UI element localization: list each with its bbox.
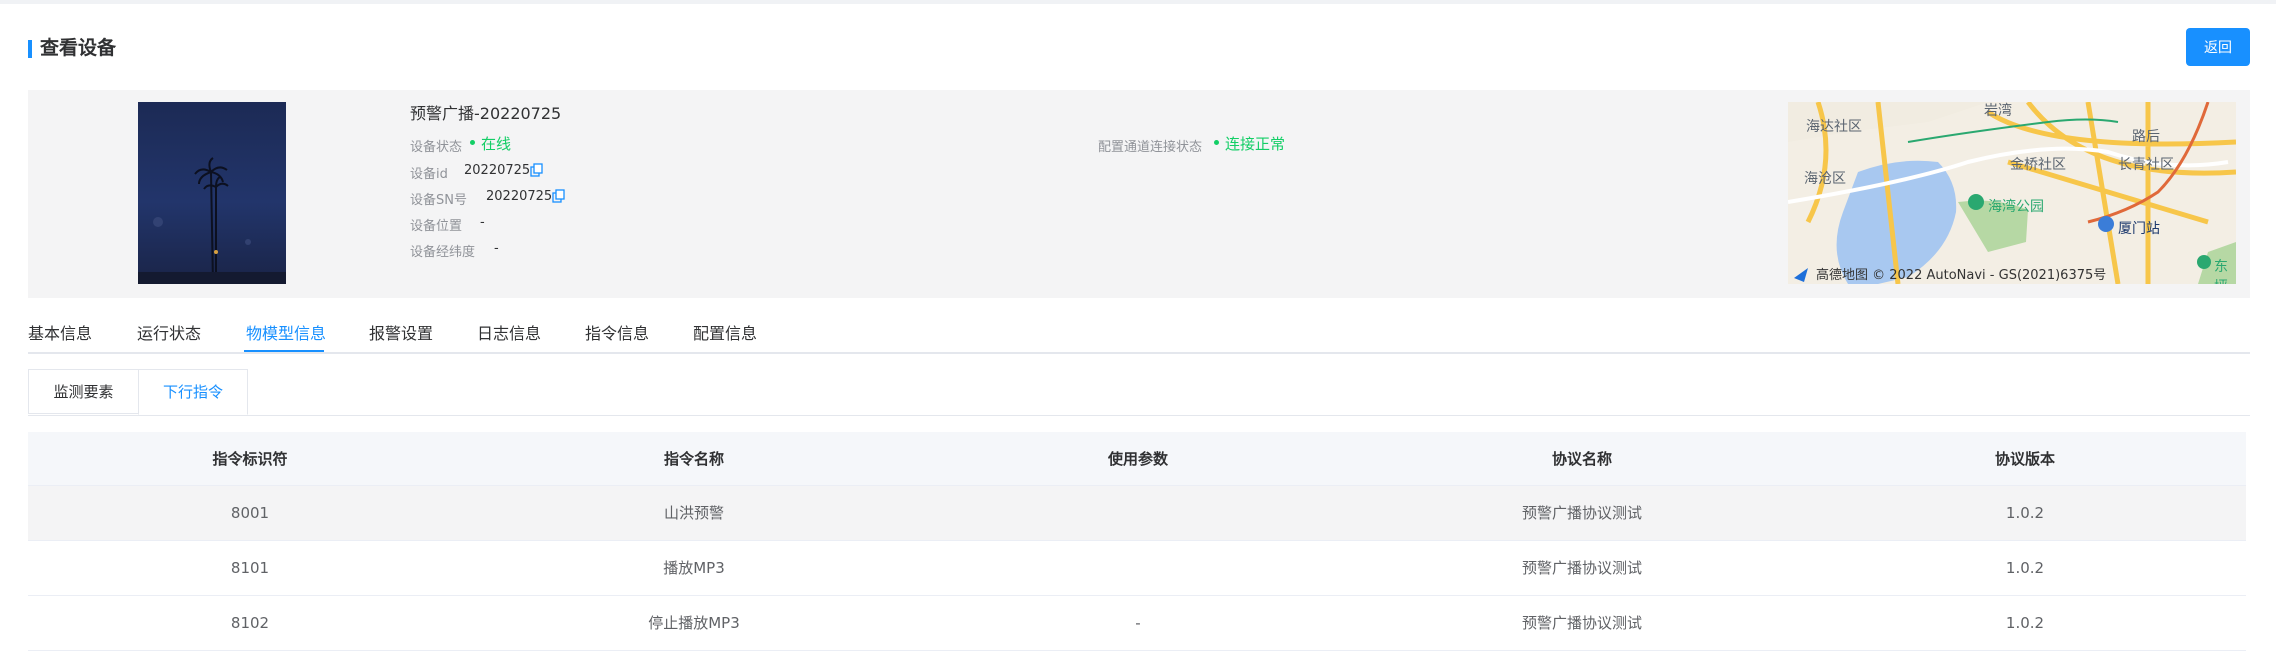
online-dot-icon bbox=[1214, 140, 1219, 145]
location-value: - bbox=[480, 215, 485, 230]
table-cell: 1.0.2 bbox=[2005, 614, 2045, 632]
column-header: 协议版本 bbox=[1994, 450, 2055, 468]
tab-run-status[interactable]: 运行状态 bbox=[137, 320, 201, 344]
sub-tabs: 监测要素 下行指令 bbox=[28, 369, 2250, 416]
status-label: 设备状态 bbox=[410, 140, 463, 155]
map-label: 长青社区 bbox=[2118, 157, 2174, 173]
map-label: 岩湾 bbox=[1984, 103, 2012, 119]
page-title: 查看设备 bbox=[40, 37, 117, 59]
device-id-value: 20220725 bbox=[464, 163, 531, 178]
table-header-row: 指令标识符 指令名称 使用参数 协议名称 协议版本 bbox=[28, 432, 2246, 486]
subtab-downlink-commands[interactable]: 下行指令 bbox=[138, 369, 248, 415]
copy-id-icon[interactable] bbox=[530, 163, 544, 177]
copy-sn-icon[interactable] bbox=[552, 189, 566, 203]
map-label: 东坪 bbox=[2214, 259, 2228, 284]
title-accent-bar bbox=[28, 40, 32, 58]
column-header: 指令标识符 bbox=[212, 450, 288, 468]
device-detail-card: 查看设备 返回 预警广播-20220725 设备状态 在线 配置通道连接状态 连… bbox=[0, 0, 2276, 669]
table-cell: 8101 bbox=[230, 559, 270, 577]
location-map[interactable]: 海达社区 海沧区 金桥社区 长青社区 海湾公园 厦门站 东坪 岩湾 路后 高德地… bbox=[1788, 102, 2236, 284]
column-header: 使用参数 bbox=[1107, 450, 1168, 468]
subtab-monitor-elements[interactable]: 监测要素 bbox=[28, 369, 139, 414]
tab-basic-info[interactable]: 基本信息 bbox=[28, 320, 92, 344]
coords-label: 设备经纬度 bbox=[410, 245, 476, 260]
table-cell: 停止播放MP3 bbox=[648, 614, 740, 632]
table-cell: 预警广播协议测试 bbox=[1521, 559, 1642, 577]
map-label: 厦门站 bbox=[2118, 221, 2160, 237]
table-row[interactable]: 8102 停止播放MP3 - 预警广播协议测试 1.0.2 bbox=[28, 596, 2246, 651]
status-text: 在线 bbox=[481, 135, 512, 153]
column-header: 协议名称 bbox=[1551, 450, 1612, 468]
tab-alarm-settings[interactable]: 报警设置 bbox=[369, 320, 433, 344]
table-row[interactable]: 8101 播放MP3 预警广播协议测试 1.0.2 bbox=[28, 541, 2246, 596]
active-tab-indicator bbox=[244, 350, 324, 352]
detail-tabs: 基本信息 运行状态 物模型信息 报警设置 日志信息 指令信息 配置信息 bbox=[28, 312, 2250, 354]
tab-thing-model[interactable]: 物模型信息 bbox=[246, 320, 326, 344]
map-label: 路后 bbox=[2132, 129, 2160, 145]
device-name: 预警广播-20220725 bbox=[410, 104, 562, 123]
online-dot-icon bbox=[470, 140, 475, 145]
status-value: 在线 bbox=[470, 133, 511, 154]
coords-value: - bbox=[494, 241, 499, 256]
device-id-label: 设备id bbox=[410, 167, 448, 182]
table-cell: 播放MP3 bbox=[663, 559, 725, 577]
table-cell: 8102 bbox=[230, 614, 270, 632]
command-table: 指令标识符 指令名称 使用参数 协议名称 协议版本 8001 山洪预警 预警广播… bbox=[28, 432, 2246, 651]
table-row[interactable]: 8001 山洪预警 预警广播协议测试 1.0.2 bbox=[28, 486, 2246, 541]
back-button[interactable]: 返回 bbox=[2186, 28, 2250, 66]
column-header: 指令名称 bbox=[663, 450, 724, 468]
table-cell: 山洪预警 bbox=[663, 504, 724, 522]
device-sn-value: 20220725 bbox=[486, 189, 553, 204]
device-info-panel: 预警广播-20220725 设备状态 在线 配置通道连接状态 连接正常 设备id… bbox=[28, 90, 2250, 298]
channel-status-value: 连接正常 bbox=[1214, 133, 1285, 154]
map-label: 金桥社区 bbox=[2010, 157, 2066, 173]
table-cell: - bbox=[1135, 614, 1141, 632]
map-label: 海湾公园 bbox=[1988, 199, 2044, 215]
table-cell: 预警广播协议测试 bbox=[1521, 504, 1642, 522]
map-credit: 高德地图 © 2022 AutoNavi - GS(2021)6375号 bbox=[1816, 268, 2107, 283]
table-cell: 8001 bbox=[230, 504, 270, 522]
map-label: 海达社区 bbox=[1806, 119, 1862, 135]
location-label: 设备位置 bbox=[410, 219, 463, 234]
table-cell: 1.0.2 bbox=[2005, 504, 2045, 522]
device-sn-label: 设备SN号 bbox=[410, 193, 467, 208]
map-label: 海沧区 bbox=[1804, 171, 1846, 187]
table-cell: 1.0.2 bbox=[2005, 559, 2045, 577]
channel-status-label: 配置通道连接状态 bbox=[1098, 140, 1203, 155]
channel-status-text: 连接正常 bbox=[1225, 135, 1286, 153]
tab-config-info[interactable]: 配置信息 bbox=[693, 320, 757, 344]
tab-log-info[interactable]: 日志信息 bbox=[477, 320, 541, 344]
device-image bbox=[138, 102, 286, 284]
table-cell: 预警广播协议测试 bbox=[1521, 614, 1642, 632]
tab-command-info[interactable]: 指令信息 bbox=[585, 320, 649, 344]
